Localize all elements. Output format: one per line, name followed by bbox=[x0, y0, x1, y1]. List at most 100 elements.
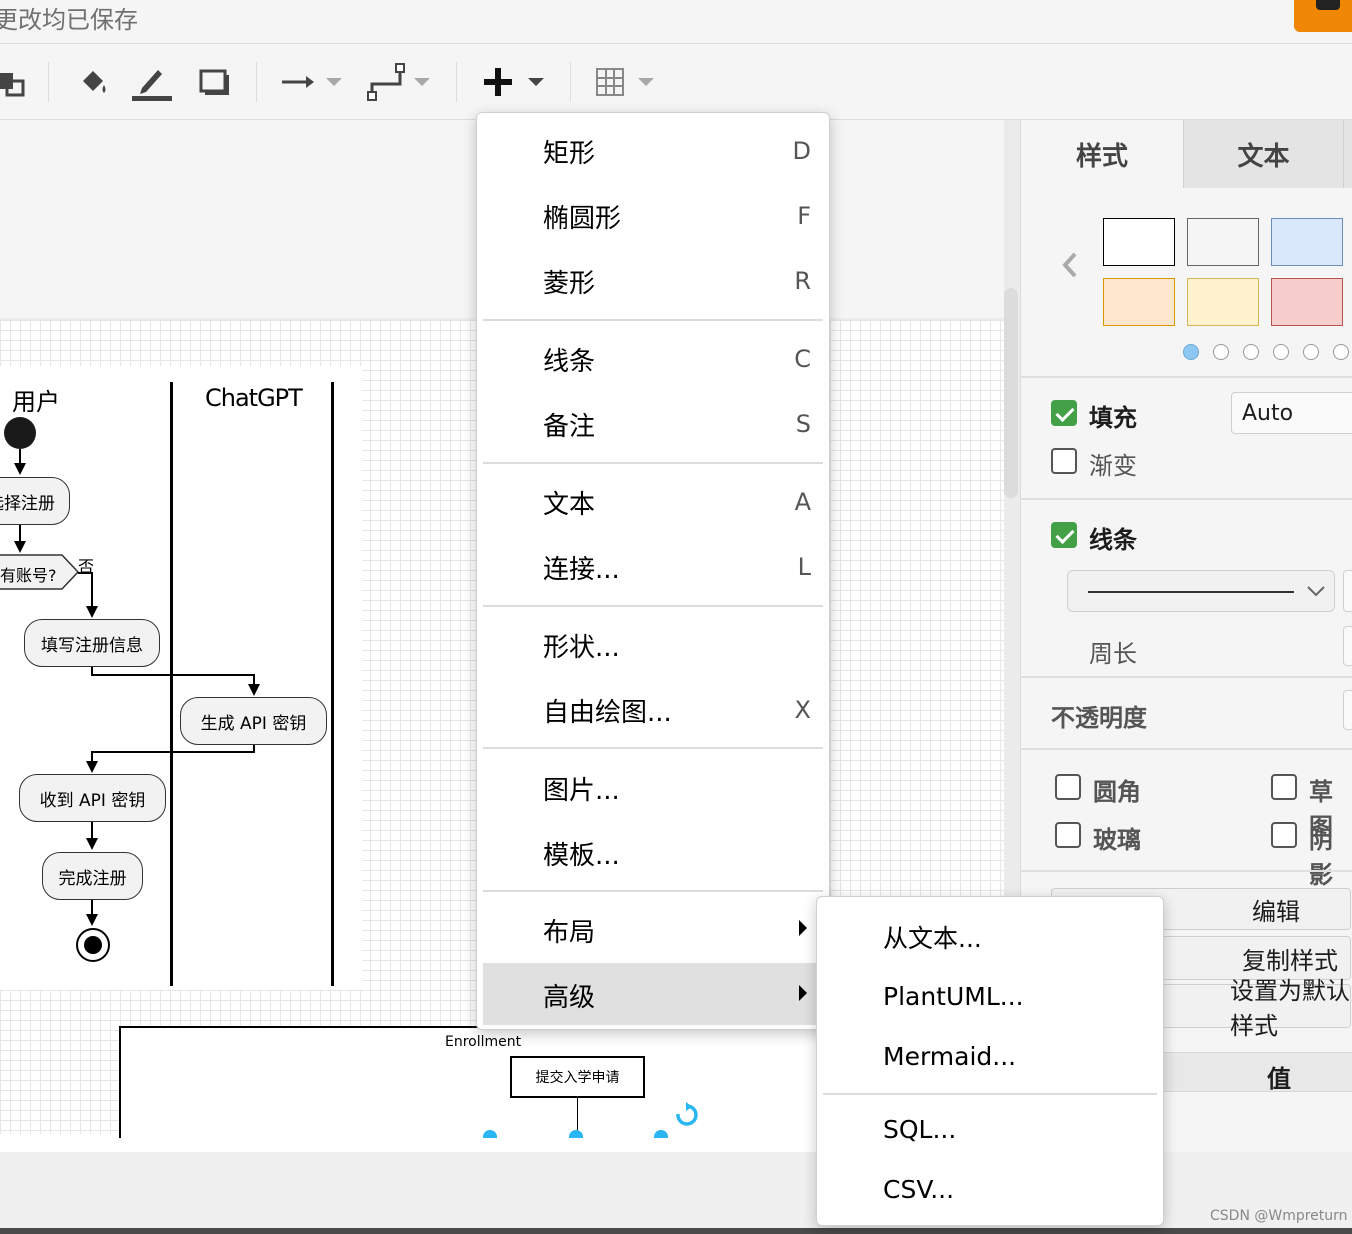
toolbar-separator bbox=[456, 62, 457, 102]
table-icon[interactable] bbox=[590, 62, 630, 102]
submenu-item-plantuml[interactable]: PlantUML... bbox=[823, 968, 1157, 1026]
menu-item-freehand[interactable]: 自由绘图... X bbox=[483, 678, 823, 740]
style-swatch[interactable] bbox=[1103, 278, 1175, 326]
shadow-checkbox[interactable] bbox=[1271, 822, 1297, 848]
menu-item-template[interactable]: 模板... bbox=[483, 821, 823, 883]
rotate-icon[interactable] bbox=[674, 1102, 698, 1128]
menu-item-note[interactable]: 备注 S bbox=[483, 392, 823, 454]
chevron-down-icon[interactable] bbox=[528, 78, 544, 86]
submenu-item-csv[interactable]: CSV... bbox=[823, 1161, 1157, 1219]
submenu-item-mermaid[interactable]: Mermaid... bbox=[823, 1028, 1157, 1086]
page-dot[interactable] bbox=[1273, 344, 1289, 360]
chevron-left-icon[interactable] bbox=[1059, 250, 1081, 280]
connection-icon[interactable] bbox=[278, 62, 318, 102]
connection-handle[interactable] bbox=[483, 1130, 497, 1138]
plus-icon[interactable] bbox=[478, 62, 518, 102]
submenu-item-sql[interactable]: SQL... bbox=[823, 1101, 1157, 1159]
panel-divider bbox=[1021, 498, 1352, 500]
menu-item-shortcut: A bbox=[794, 488, 811, 516]
line-checkbox[interactable] bbox=[1051, 522, 1077, 548]
edge bbox=[91, 572, 93, 608]
page-dot[interactable] bbox=[1243, 344, 1259, 360]
perimeter-input[interactable] bbox=[1343, 626, 1352, 666]
menu-item-image[interactable]: 图片... bbox=[483, 756, 823, 818]
page-dot[interactable] bbox=[1303, 344, 1319, 360]
chevron-down-icon[interactable] bbox=[326, 78, 342, 86]
menu-item-label: 布局 bbox=[543, 918, 596, 948]
node-done[interactable]: 完成注册 bbox=[42, 852, 143, 900]
menu-item-label: 文本 bbox=[543, 490, 596, 520]
line-color-icon[interactable] bbox=[132, 62, 172, 102]
submenu-item-from-text[interactable]: 从文本... bbox=[823, 905, 1157, 963]
menu-separator bbox=[483, 890, 823, 892]
fill-color-icon[interactable] bbox=[74, 62, 114, 102]
line-width-input[interactable] bbox=[1343, 570, 1352, 612]
gradient-checkbox[interactable] bbox=[1051, 448, 1077, 474]
waypoints-icon[interactable] bbox=[366, 62, 406, 102]
user-icon bbox=[1316, 0, 1340, 10]
advanced-submenu: 从文本... PlantUML... Mermaid... SQL... CSV… bbox=[816, 896, 1164, 1226]
menu-item-line[interactable]: 线条 C bbox=[483, 327, 823, 389]
glass-checkbox[interactable] bbox=[1055, 822, 1081, 848]
node-fill-info[interactable]: 填写注册信息 bbox=[24, 619, 160, 667]
panel-divider bbox=[1021, 870, 1352, 872]
chevron-down-icon[interactable] bbox=[638, 78, 654, 86]
page-dot[interactable] bbox=[1333, 344, 1349, 360]
menu-item-label: 连接... bbox=[543, 555, 620, 585]
style-swatch[interactable] bbox=[1187, 218, 1259, 266]
tab-text[interactable]: 文本 bbox=[1183, 120, 1343, 188]
line-pattern-select[interactable] bbox=[1067, 570, 1335, 612]
arrow-head bbox=[86, 914, 98, 926]
style-swatch[interactable] bbox=[1271, 218, 1343, 266]
opacity-input[interactable] bbox=[1343, 690, 1352, 730]
style-swatch[interactable] bbox=[1271, 278, 1343, 326]
style-swatch[interactable] bbox=[1103, 218, 1175, 266]
end-node[interactable] bbox=[76, 928, 110, 962]
submenu-item-label: CSV... bbox=[883, 1175, 955, 1204]
vertical-scrollbar[interactable] bbox=[1004, 288, 1018, 498]
menu-item-layout[interactable]: 布局 bbox=[483, 898, 823, 960]
style-swatch[interactable] bbox=[1187, 278, 1259, 326]
decision-label: 有账号? bbox=[0, 566, 57, 585]
tab-overflow[interactable] bbox=[1343, 120, 1352, 188]
node-label: 填写注册信息 bbox=[41, 635, 143, 656]
menu-item-link[interactable]: 连接... L bbox=[483, 535, 823, 597]
page-dot-active[interactable] bbox=[1183, 344, 1199, 360]
menu-item-text[interactable]: 文本 A bbox=[483, 470, 823, 532]
to-back-icon[interactable] bbox=[0, 62, 32, 102]
node-choose-register[interactable]: 选择注册 bbox=[0, 477, 70, 525]
end-node-core bbox=[84, 936, 102, 954]
shadow-icon[interactable] bbox=[194, 62, 234, 102]
node-generate-key[interactable]: 生成 API 密钥 bbox=[180, 697, 327, 745]
edge bbox=[577, 1098, 578, 1134]
connection-handle[interactable] bbox=[654, 1130, 668, 1138]
node-label: 选择注册 bbox=[0, 493, 55, 514]
menu-item-advanced[interactable]: 高级 bbox=[483, 963, 823, 1025]
node-submit-application[interactable]: 提交入学申请 bbox=[510, 1056, 645, 1098]
fill-type-select[interactable]: Auto bbox=[1231, 392, 1352, 434]
menu-item-rhombus[interactable]: 菱形 R bbox=[483, 249, 823, 311]
gradient-label: 渐变 bbox=[1089, 452, 1137, 480]
enrollment-title: Enrollment bbox=[445, 1034, 522, 1050]
node-receive-key[interactable]: 收到 API 密钥 bbox=[19, 774, 166, 822]
page-dot[interactable] bbox=[1213, 344, 1229, 360]
connection-handle[interactable] bbox=[569, 1130, 583, 1138]
window-bottom-edge bbox=[0, 1228, 1352, 1234]
panel-divider bbox=[1021, 748, 1352, 750]
menu-item-label: 图片... bbox=[543, 776, 620, 806]
menu-item-label: 形状... bbox=[543, 633, 620, 663]
user-button[interactable] bbox=[1294, 0, 1352, 32]
tab-style[interactable]: 样式 bbox=[1021, 120, 1183, 188]
sketch-checkbox[interactable] bbox=[1271, 774, 1297, 800]
start-node[interactable] bbox=[4, 417, 36, 449]
top-bar: 更改均已保存 bbox=[0, 0, 1352, 44]
rounded-checkbox[interactable] bbox=[1055, 774, 1081, 800]
menu-item-rectangle[interactable]: 矩形 D bbox=[483, 119, 823, 181]
chevron-down-icon[interactable] bbox=[414, 78, 430, 86]
menu-item-label: 备注 bbox=[543, 412, 596, 442]
lane-divider bbox=[170, 382, 173, 986]
menu-item-shapes[interactable]: 形状... bbox=[483, 613, 823, 675]
menu-item-ellipse[interactable]: 椭圆形 F bbox=[483, 184, 823, 246]
fill-checkbox[interactable] bbox=[1051, 400, 1077, 426]
menu-item-label: 自由绘图... bbox=[543, 698, 672, 728]
